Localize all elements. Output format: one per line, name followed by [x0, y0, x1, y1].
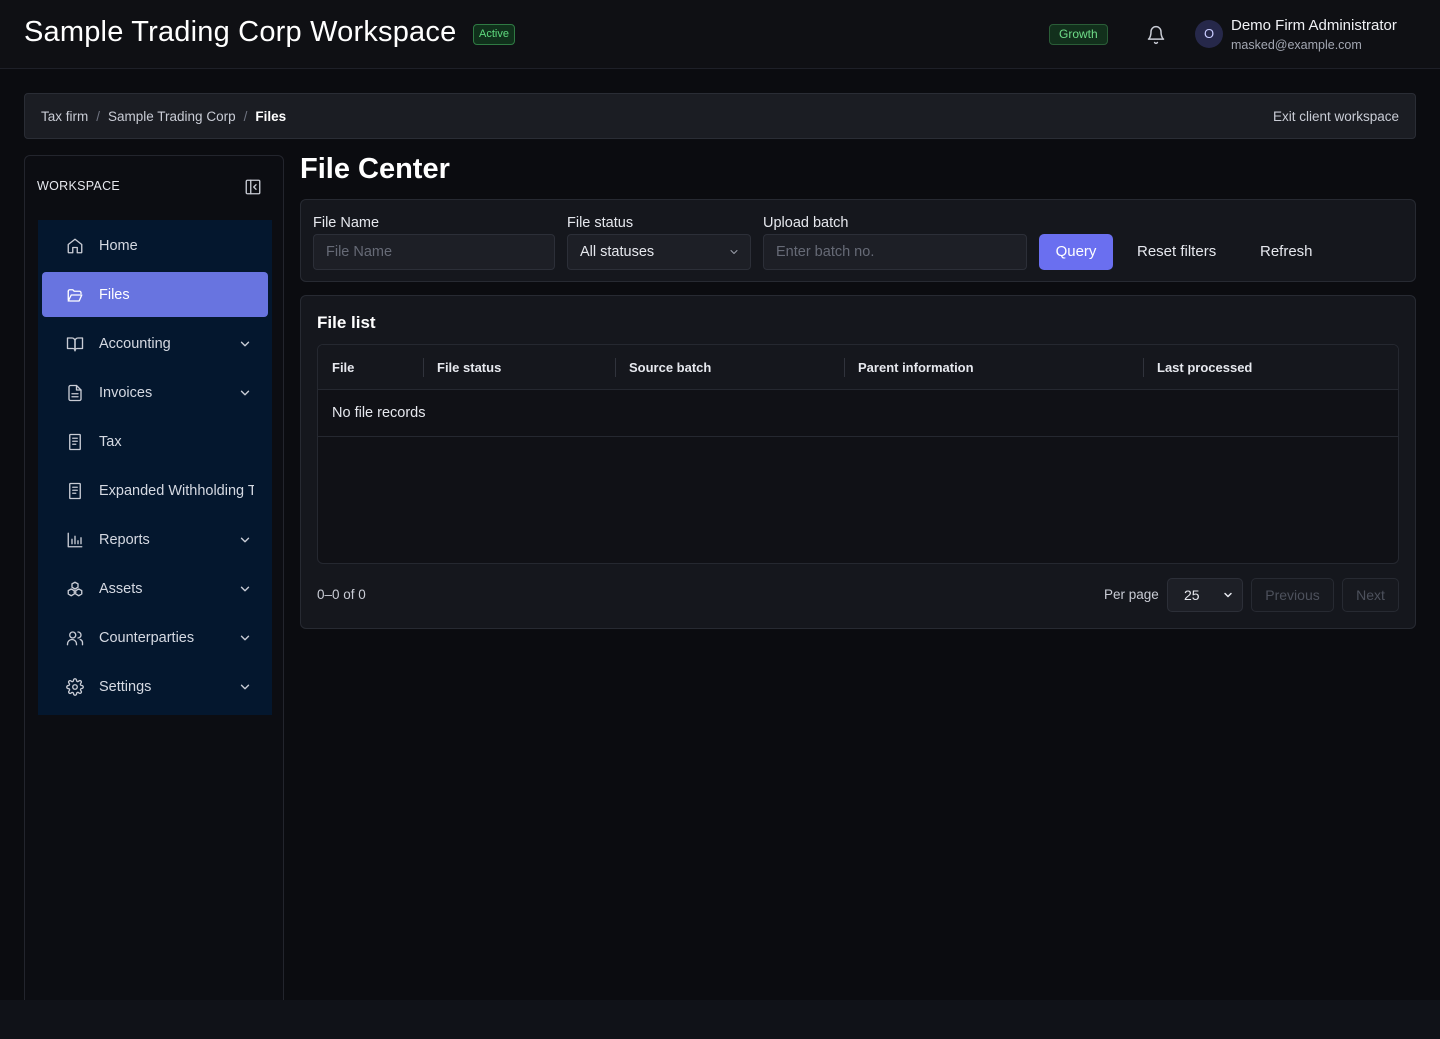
exit-client-workspace-link[interactable]: Exit client workspace — [1273, 109, 1399, 124]
chevron-down-icon — [1224, 592, 1232, 598]
sidebar-item-home[interactable]: Home — [42, 223, 268, 268]
breadcrumb-item-tax-firm[interactable]: Tax firm — [41, 109, 88, 124]
sidebar-item-invoices[interactable]: Invoices — [42, 370, 268, 415]
query-button[interactable]: Query — [1039, 234, 1113, 270]
chevron-down-icon — [240, 635, 250, 640]
sidebar-item-tax[interactable]: Tax — [42, 419, 268, 464]
sidebar: WORKSPACE Home Files Accounting Invoices… — [24, 155, 284, 1015]
sidebar-item-label: Tax — [99, 433, 122, 450]
top-bar: Sample Trading Corp Workspace Active Gro… — [0, 0, 1440, 69]
user-name[interactable]: Demo Firm Administrator — [1231, 17, 1397, 34]
receipt-icon — [69, 482, 81, 499]
column-header-last-processed[interactable]: Last processed — [1143, 345, 1252, 390]
chevron-down-icon — [240, 390, 250, 395]
filter-panel: File Name File status All statuses Uploa… — [300, 199, 1416, 282]
sidebar-item-label: Home — [99, 237, 138, 254]
sidebar-title: WORKSPACE — [37, 179, 121, 193]
column-header-file[interactable]: File — [318, 345, 354, 390]
chevron-down-icon — [240, 537, 250, 542]
column-header-file-status[interactable]: File status — [423, 345, 501, 390]
sidebar-item-label: Assets — [99, 580, 143, 597]
book-open-icon — [66, 336, 84, 351]
breadcrumb-item-client[interactable]: Sample Trading Corp — [108, 109, 236, 124]
per-page-value: 25 — [1184, 587, 1200, 603]
sidebar-item-label: Settings — [99, 678, 152, 695]
sidebar-nav: Home Files Accounting Invoices Tax Expan… — [38, 220, 272, 715]
sidebar-collapse-icon[interactable] — [244, 178, 262, 196]
boxes-icon — [67, 581, 83, 596]
file-table: File File status Source batch Parent inf… — [317, 344, 1399, 564]
bell-icon[interactable] — [1146, 25, 1166, 45]
file-name-input[interactable] — [313, 234, 555, 270]
sidebar-item-reports[interactable]: Reports — [42, 517, 268, 562]
file-text-icon — [68, 384, 82, 401]
breadcrumb-separator: / — [96, 109, 101, 124]
sidebar-item-label: Expanded Withholding Tax — [99, 482, 254, 499]
sidebar-item-accounting[interactable]: Accounting — [42, 321, 268, 366]
file-status-value: All statuses — [580, 244, 655, 260]
per-page-label: Per page — [1104, 587, 1159, 602]
sidebar-item-label: Reports — [99, 531, 150, 548]
users-icon — [66, 630, 84, 645]
per-page-select[interactable]: 25 — [1167, 578, 1243, 612]
empty-state-text: No file records — [332, 405, 426, 421]
column-header-source-batch[interactable]: Source batch — [615, 345, 711, 390]
chevron-down-icon — [730, 250, 738, 254]
upload-batch-input[interactable] — [763, 234, 1027, 270]
breadcrumb-bar: Tax firm / Sample Trading Corp / Files E… — [24, 93, 1416, 139]
next-page-button[interactable]: Next — [1342, 578, 1399, 612]
bar-chart-icon — [67, 532, 83, 547]
previous-page-button[interactable]: Previous — [1251, 578, 1334, 612]
pagination-range: 0–0 of 0 — [317, 587, 366, 602]
folder-open-icon — [67, 288, 83, 302]
file-status-label: File status — [567, 215, 634, 231]
plan-badge: Growth — [1049, 24, 1108, 45]
page-title: File Center — [300, 153, 450, 185]
file-name-label: File Name — [313, 215, 380, 231]
upload-batch-label: Upload batch — [763, 215, 849, 231]
sidebar-item-expanded-withholding-tax[interactable]: Expanded Withholding Tax — [42, 468, 268, 513]
file-list-title: File list — [317, 313, 376, 332]
breadcrumb-item-current: Files — [255, 109, 287, 124]
status-badge: Active — [473, 24, 515, 45]
home-icon — [67, 238, 83, 253]
avatar[interactable]: O — [1195, 20, 1223, 48]
column-header-parent-information[interactable]: Parent information — [844, 345, 974, 390]
sidebar-item-assets[interactable]: Assets — [42, 566, 268, 611]
sidebar-item-label: Invoices — [99, 384, 153, 401]
reset-filters-button[interactable]: Reset filters — [1137, 234, 1216, 270]
footer-strip — [0, 1000, 1440, 1039]
workspace-title: Sample Trading Corp Workspace — [24, 16, 457, 48]
file-status-select[interactable]: All statuses — [567, 234, 751, 270]
user-email: masked@example.com — [1231, 38, 1362, 52]
sidebar-item-files[interactable]: Files — [42, 272, 268, 317]
file-list-panel: File list File File status Source batch … — [300, 295, 1416, 629]
breadcrumb: Tax firm / Sample Trading Corp / Files — [41, 109, 286, 124]
table-row: No file records — [318, 390, 1398, 437]
sidebar-item-counterparties[interactable]: Counterparties — [42, 615, 268, 660]
table-header: File File status Source batch Parent inf… — [318, 345, 1398, 390]
breadcrumb-separator: / — [243, 109, 248, 124]
chevron-down-icon — [240, 684, 250, 689]
receipt-icon — [69, 433, 81, 450]
sidebar-item-settings[interactable]: Settings — [42, 664, 268, 709]
refresh-button[interactable]: Refresh — [1260, 234, 1313, 270]
chevron-down-icon — [240, 586, 250, 591]
sidebar-item-label: Counterparties — [99, 629, 195, 646]
sidebar-item-label: Accounting — [99, 335, 171, 352]
sidebar-item-label: Files — [99, 286, 130, 303]
gear-icon — [66, 677, 84, 696]
chevron-down-icon — [240, 341, 250, 346]
